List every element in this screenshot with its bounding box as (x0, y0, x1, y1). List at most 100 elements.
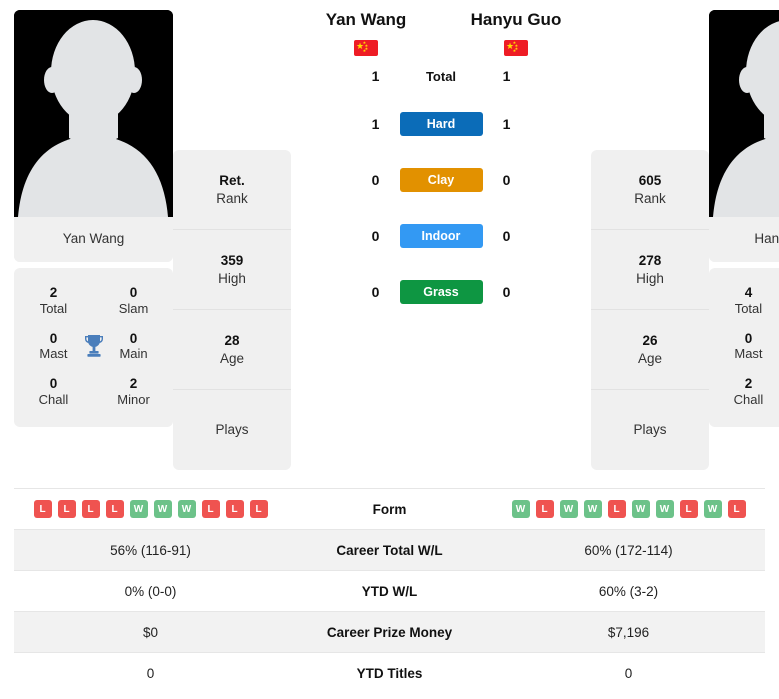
left-avatar-card: Yan Wang (14, 10, 173, 262)
left-form-cell: LLLLWWWLLL (14, 500, 287, 518)
right-prize-money: $7,196 (607, 624, 650, 640)
form-badge-w: W (583, 500, 602, 518)
h2h-rows: 1 Total 1 1 Hard 1 0 Clay 0 0 Indoor 0 0… (291, 34, 591, 320)
left-slam-titles: 0 Slam (118, 285, 149, 316)
left-career-wl: 56% (116-91) (110, 542, 191, 558)
left-form-strip: LLLLWWWLLL (33, 500, 268, 518)
left-age-cell: 28 Age (173, 310, 291, 390)
right-player-name[interactable]: Hanyu Guo (441, 10, 591, 30)
h2h-clay-right: 0 (502, 172, 511, 188)
left-masters-titles: 0 Mast (39, 330, 68, 362)
row-label-form: Form (372, 501, 407, 517)
left-rank-column: Ret. Rank 359 High 28 Age Plays (173, 150, 291, 470)
left-player-panel: Yan Wang 2 Total 0 Slam 0 Mast 0 Main 0 … (14, 10, 173, 427)
right-total-titles: 4 Total (734, 285, 763, 316)
left-main-titles: 0 Main (119, 330, 148, 362)
left-challenger-titles: 0 Chall (38, 376, 69, 407)
right-titles-row-3: 2 Chall 2 Minor (709, 369, 779, 415)
left-titles-row-1: 2 Total 0 Slam (14, 278, 173, 324)
china-flag-icon: ★ ★ ★ ★ ★ (504, 40, 528, 56)
right-masters-titles: 0 Mast (734, 330, 763, 362)
right-high-rank-cell: 278 High (591, 230, 709, 310)
form-badge-l: L (201, 500, 220, 518)
head-to-head-column: Yan Wang Hanyu Guo ★★★★★ ★★★★★ 1 (291, 10, 591, 320)
row-label-ytd-wl: YTD W/L (361, 583, 418, 599)
trophy-icon (77, 334, 110, 358)
table-row-ytd-titles: 0 YTD Titles 0 (14, 652, 765, 693)
surface-badge-hard[interactable]: Hard (399, 112, 483, 136)
h2h-total-right: 1 (502, 68, 511, 84)
left-rank-cell: Ret. Rank (173, 150, 291, 230)
right-titles-card: 4 Total 0 Slam 0 Mast (709, 268, 779, 427)
left-plays-cell: Plays (215, 422, 249, 438)
surface-badge-clay[interactable]: Clay (399, 168, 483, 192)
left-player-name[interactable]: Yan Wang (291, 10, 441, 30)
form-badge-l: L (81, 500, 100, 518)
h2h-indoor-row: 0 Indoor 0 (291, 208, 591, 264)
h2h-clay-left: 0 (371, 172, 380, 188)
form-badge-l: L (535, 500, 554, 518)
player-names-row: Yan Wang Hanyu Guo (291, 10, 591, 30)
right-titles-row-2: 0 Mast (709, 324, 779, 370)
table-row-form: LLLLWWWLLL Form WLWWLWWLWL (14, 488, 765, 529)
left-titles-rows: 2 Total 0 Slam 0 Mast 0 Main 0 Chall 2 M… (14, 278, 173, 415)
trophy-icon (772, 334, 779, 358)
right-ytd-wl: 60% (3-2) (598, 583, 659, 599)
form-badge-l: L (33, 500, 52, 518)
h2h-total-label: Total (425, 68, 457, 84)
right-plays-cell: Plays (633, 422, 667, 438)
right-career-wl: 60% (172-114) (584, 542, 673, 558)
right-form-cell: WLWWLWWLWL (492, 500, 765, 518)
surface-badge-indoor[interactable]: Indoor (399, 224, 483, 248)
form-badge-w: W (559, 500, 578, 518)
form-badge-w: W (511, 500, 530, 518)
right-rank-column: 605 Rank 278 High 26 Age Plays (591, 150, 709, 470)
right-rank-cell: 605 Rank (591, 150, 709, 230)
left-avatar-caption: Yan Wang (14, 217, 173, 262)
h2h-indoor-left: 0 (371, 228, 380, 244)
form-badge-w: W (153, 500, 172, 518)
surface-badge-grass[interactable]: Grass (399, 280, 483, 304)
form-badge-l: L (249, 500, 268, 518)
right-avatar-caption: Hanyu Guo (709, 217, 779, 262)
left-titles-card: 2 Total 0 Slam 0 Mast 0 Main 0 Chall 2 M… (14, 268, 173, 427)
form-badge-l: L (225, 500, 244, 518)
left-player-photo (14, 10, 173, 217)
h2h-hard-right: 1 (502, 116, 511, 132)
right-avatar-card: Hanyu Guo (709, 10, 779, 262)
table-row-career-wl: 56% (116-91) Career Total W/L 60% (172-1… (14, 529, 765, 570)
right-titles-rows: 4 Total 0 Slam 0 Mast (709, 278, 779, 415)
left-titles-row-2: 0 Mast 0 Main (14, 324, 173, 370)
h2h-indoor-right: 0 (502, 228, 511, 244)
form-badge-l: L (57, 500, 76, 518)
h2h-total-row: 1 Total 1 (291, 56, 591, 96)
form-badge-w: W (655, 500, 674, 518)
row-label-career-wl: Career Total W/L (336, 542, 443, 558)
right-challenger-titles: 2 Chall (733, 376, 764, 407)
right-titles-row-1: 4 Total 0 Slam (709, 278, 779, 324)
table-row-ytd-wl: 0% (0-0) YTD W/L 60% (3-2) (14, 570, 765, 611)
right-age-cell: 26 Age (591, 310, 709, 390)
h2h-grass-right: 0 (502, 284, 511, 300)
form-badge-l: L (679, 500, 698, 518)
h2h-hard-left: 1 (371, 116, 380, 132)
form-badge-l: L (105, 500, 124, 518)
row-label-prize-money: Career Prize Money (326, 624, 453, 640)
form-badge-w: W (703, 500, 722, 518)
form-badge-l: L (727, 500, 746, 518)
h2h-total-left: 1 (371, 68, 380, 84)
h2h-grass-row: 0 Grass 0 (291, 264, 591, 320)
right-form-strip: WLWWLWWLWL (511, 500, 746, 518)
china-flag-icon: ★ ★ ★ ★ ★ (354, 40, 378, 56)
h2h-comparison-page: Yan Wang 2 Total 0 Slam 0 Mast 0 Main 0 … (0, 0, 779, 699)
left-high-rank-cell: 359 High (173, 230, 291, 310)
h2h-grass-left: 0 (371, 284, 380, 300)
right-player-photo (709, 10, 779, 217)
left-minor-titles: 2 Minor (117, 376, 150, 407)
form-badge-w: W (129, 500, 148, 518)
left-prize-money: $0 (142, 624, 159, 640)
h2h-hard-row: 1 Hard 1 (291, 96, 591, 152)
left-ytd-wl: 0% (0-0) (124, 583, 177, 599)
left-titles-row-3: 0 Chall 2 Minor (14, 369, 173, 415)
row-label-ytd-titles: YTD Titles (356, 665, 423, 681)
